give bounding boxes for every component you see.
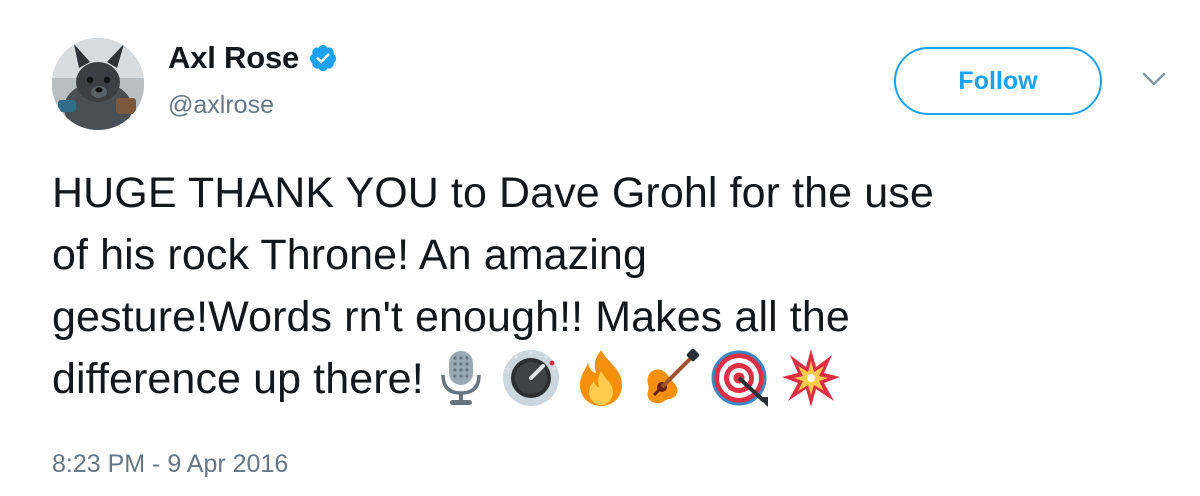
- tweet-text-line-last: difference up there!: [52, 348, 1182, 413]
- display-name[interactable]: Axl Rose: [168, 40, 299, 76]
- tweet-text-line: of his rock Throne! An amazing: [52, 231, 647, 279]
- name-row: Axl Rose: [168, 40, 338, 76]
- collision-emoji-icon: [780, 347, 842, 409]
- emoji-row: [430, 347, 850, 409]
- control-knob-emoji-icon: [500, 347, 562, 409]
- follow-button[interactable]: Follow: [894, 47, 1102, 115]
- tweet-timestamp[interactable]: 8:23 PM - 9 Apr 2016: [52, 450, 288, 479]
- tweet-text-line: HUGE THANK YOU to Dave Grohl for the use: [52, 169, 934, 217]
- guitar-emoji-icon: [640, 347, 702, 409]
- microphone-emoji-icon: [430, 347, 492, 409]
- tweet-text-line: gesture!Words rn't enough!! Makes all th…: [52, 293, 850, 341]
- tweet-text-line: difference up there!: [52, 355, 424, 403]
- tweet-text: HUGE THANK YOU to Dave Grohl for the use…: [52, 162, 1182, 413]
- verified-badge-icon: [308, 43, 338, 73]
- avatar[interactable]: [52, 38, 144, 130]
- tweet-card: Axl Rose @axlrose Follow HUGE THANK YOU …: [0, 0, 1200, 496]
- direct-hit-emoji-icon: [710, 347, 772, 409]
- user-handle[interactable]: @axlrose: [168, 91, 274, 120]
- chevron-down-icon[interactable]: [1140, 68, 1168, 90]
- fire-emoji-icon: [570, 347, 632, 409]
